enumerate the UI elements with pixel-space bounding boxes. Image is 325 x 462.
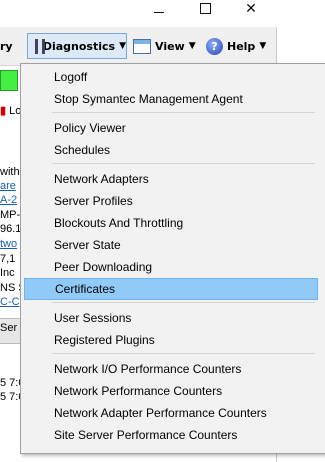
background-text: Inc [0,267,15,279]
background-link[interactable]: two [0,238,17,250]
menu-item-certificates[interactable]: Certificates [24,278,318,300]
menu-item-registered-plugins[interactable]: Registered Plugins [24,329,318,351]
close-icon: ✕ [245,0,257,16]
menu-item-stop-symantec-management-agent[interactable]: Stop Symantec Management Agent [24,88,318,110]
background-text: with [0,166,20,178]
background-text: 7,1 [0,253,16,265]
menu-item-schedules[interactable]: Schedules [24,139,318,161]
background-link[interactable]: are [0,180,16,192]
menu-item-network-performance-counters[interactable]: Network Performance Counters [24,380,318,402]
menu-item-network-adapters[interactable]: Network Adapters [24,168,318,190]
menu-separator [52,163,315,164]
tools-icon [32,37,45,55]
menu-separator [52,112,315,113]
diagnostics-menu-button[interactable]: Diagnostics ▼ [27,33,127,59]
toolbar: ry Diagnostics ▼ View ▼ ? Help ▼ [0,27,276,66]
background-link[interactable]: A-2 [0,194,17,206]
toolbar-partial-label: ry [0,39,13,53]
help-label: Help [227,39,256,53]
background-link[interactable]: C-C [0,296,20,308]
menu-item-peer-downloading[interactable]: Peer Downloading [24,256,318,278]
menu-item-server-state[interactable]: Server State [24,234,318,256]
background-tab[interactable]: Ser [0,322,17,334]
chevron-down-icon: ▼ [119,41,126,51]
title-bar: ✕ [0,0,325,18]
menu-item-site-server-performance-counters[interactable]: Site Server Performance Counters [24,424,318,446]
menu-separator [52,353,315,354]
error-icon: ▮ [0,105,7,117]
background-text: ▮ Lo [0,105,22,117]
menu-item-blockouts-and-throttling[interactable]: Blockouts And Throttling [24,212,318,234]
diagnostics-label: Diagnostics [42,39,116,53]
chevron-down-icon: ▼ [188,41,196,51]
chevron-down-icon: ▼ [259,41,267,51]
toolbar-partial-item[interactable]: ry [0,33,13,59]
close-button[interactable]: ✕ [228,0,274,18]
maximize-button[interactable] [182,0,228,18]
menu-item-logoff[interactable]: Logoff [24,66,318,88]
menu-item-user-sessions[interactable]: User Sessions [24,307,318,329]
minimize-icon [154,4,164,13]
menu-item-network-i-o-performance-counters[interactable]: Network I/O Performance Counters [24,358,318,380]
view-icon [133,38,151,54]
menu-separator [52,302,315,303]
diagnostics-dropdown-menu: Logoff Stop Symantec Management Agent Poli… [20,63,325,454]
menu-item-network-adapter-performance-counters[interactable]: Network Adapter Performance Counters [24,402,318,424]
minimize-button[interactable] [136,0,182,18]
view-menu-button[interactable]: View ▼ [133,33,196,59]
maximize-icon [199,3,211,14]
help-icon: ? [206,37,223,55]
view-label: View [155,39,185,53]
menu-item-policy-viewer[interactable]: Policy Viewer [24,117,318,139]
help-menu-button[interactable]: ? Help ▼ [206,33,266,59]
menu-item-server-profiles[interactable]: Server Profiles [24,190,318,212]
status-bar-green [0,70,18,91]
